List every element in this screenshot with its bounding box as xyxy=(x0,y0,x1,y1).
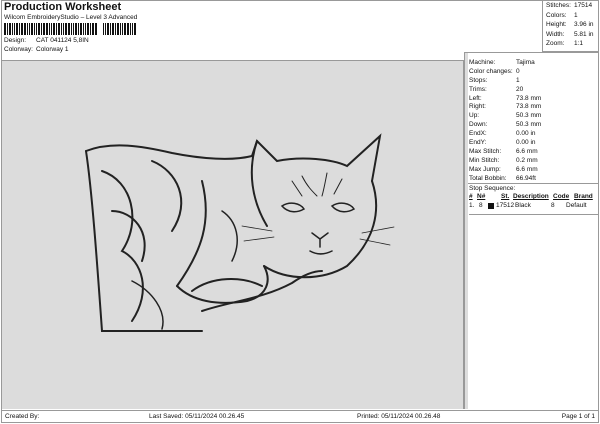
info-row: Stops: 1 xyxy=(469,77,599,86)
stat-label: Colors: xyxy=(546,11,567,19)
page-number: Page 1 of 1 xyxy=(561,413,595,420)
row-needle: 8 xyxy=(479,202,483,210)
info-label: Max Jump: xyxy=(469,165,501,173)
stat-label: Zoom: xyxy=(546,40,565,47)
info-row: Max Jump: 6.6 mm xyxy=(469,166,599,175)
stat-row: Stitches: 17514 xyxy=(546,2,596,12)
info-label: Stops: xyxy=(469,76,488,84)
info-label: Machine: xyxy=(469,59,496,66)
stat-value: 1 xyxy=(574,11,578,19)
info-row: Left: 73.8 mm xyxy=(469,95,599,104)
stat-value: 5.81 in xyxy=(574,30,594,38)
info-row: Total Bobbin: 66.94ft xyxy=(469,175,599,184)
info-label: Total Bobbin: xyxy=(469,174,507,182)
stat-row: Height: 3.96 in xyxy=(546,21,596,31)
info-value: 6.6 mm xyxy=(516,165,538,173)
info-value: 73.8 mm xyxy=(516,103,542,111)
row-description: Black xyxy=(515,202,531,210)
info-row: Trims: 20 xyxy=(469,86,599,95)
info-label: Down: xyxy=(469,121,488,129)
info-value: 1 xyxy=(516,76,520,84)
stat-row: Colors: 1 xyxy=(546,12,596,22)
software-name: Wilcom EmbroideryStudio – Level 3 Advanc… xyxy=(4,14,138,21)
colorway-value: Colorway 1 xyxy=(36,46,69,53)
stop-sequence-header: # N# St. Description Code Brand xyxy=(469,192,599,201)
row-code: 8 xyxy=(551,202,555,210)
info-row: Up: 50.3 mm xyxy=(469,112,599,121)
info-row: Down: 50.3 mm xyxy=(469,121,599,130)
stat-row: Width: 5.81 in xyxy=(546,31,596,41)
stop-sequence-title: Stop Sequence: xyxy=(469,185,516,193)
stat-value: 3.96 in xyxy=(574,21,594,28)
info-value: 50.3 mm xyxy=(516,112,542,120)
col-brand: Brand xyxy=(574,193,593,201)
info-value: 0.00 in xyxy=(516,130,536,138)
design-label: Design: xyxy=(4,37,27,44)
table-row: 1. 8 17512 Black 8 Default xyxy=(469,201,599,210)
colorway-label: Colorway: xyxy=(4,46,33,53)
stat-value: 1:1 xyxy=(574,40,584,47)
info-label: Color changes: xyxy=(469,67,513,75)
col-num: # xyxy=(469,193,473,201)
footer: Created By: Last Saved: 05/11/2024 00.26… xyxy=(2,410,598,422)
info-value: 0.2 mm xyxy=(516,156,538,164)
stat-label: Width: xyxy=(546,30,565,38)
design-preview xyxy=(2,61,464,409)
design-stats: Stitches: 17514 Colors: 1 Height: 3.96 in Widt… xyxy=(542,0,599,52)
info-label: Min Stitch: xyxy=(469,156,500,164)
info-panel: Machine: Tajima Color changes: 0 Stops: 1 Trim… xyxy=(464,52,599,409)
stat-row: Zoom: 1:1 xyxy=(546,40,596,50)
info-value: 50.3 mm xyxy=(516,121,542,129)
worksheet-header: Production Worksheet Wilcom EmbroiderySt… xyxy=(4,1,137,53)
last-saved: Last Saved: 05/11/2024 00.26.45 xyxy=(149,413,245,420)
info-value: 20 xyxy=(516,85,524,93)
row-brand: Default xyxy=(566,202,587,210)
info-row: Color changes: 0 xyxy=(469,68,599,77)
row-num: 1. xyxy=(469,202,475,210)
col-stitches: St. xyxy=(501,193,510,201)
info-label: EndX: xyxy=(469,130,487,138)
created-by: Created By: xyxy=(5,413,40,420)
stat-label: Stitches: xyxy=(546,2,571,9)
info-value: 0.00 in xyxy=(516,139,536,147)
info-row: Max Stitch: 6.6 mm xyxy=(469,148,599,157)
stat-label: Height: xyxy=(546,21,567,28)
info-row: EndX: 0.00 in xyxy=(469,130,599,139)
info-row: Min Stitch: 0.2 mm xyxy=(469,157,599,166)
info-label: Left: xyxy=(469,94,482,102)
info-value: 0 xyxy=(516,67,520,75)
col-description: Description xyxy=(513,193,549,201)
info-value: 6.6 mm xyxy=(516,147,538,155)
info-value: 66.94ft xyxy=(516,174,536,182)
col-needle: N# xyxy=(477,193,486,201)
info-label: EndY: xyxy=(469,139,487,147)
stat-value: 17514 xyxy=(574,2,593,9)
printed: Printed: 05/11/2024 00.26.48 xyxy=(357,413,441,420)
info-value: 73.8 mm xyxy=(516,94,542,102)
stop-sequence: Stop Sequence: # N# St. Description Code… xyxy=(465,183,599,216)
info-value: Tajima xyxy=(516,59,535,66)
panel-gutter xyxy=(465,53,468,409)
machine-info: Machine: Tajima Color changes: 0 Stops: 1 Trim… xyxy=(465,53,599,183)
cat-embroidery-image xyxy=(85,133,395,332)
info-row: Right: 73.8 mm xyxy=(469,103,599,112)
color-swatch xyxy=(488,202,494,209)
row-stitches: 17512 xyxy=(496,202,515,210)
design-value: CAT 041124 5,8IN xyxy=(36,37,89,44)
info-label: Trims: xyxy=(469,85,487,93)
info-label: Max Stitch: xyxy=(469,147,502,155)
barcode xyxy=(4,23,137,35)
info-label: Right: xyxy=(469,103,486,111)
info-row: Machine: Tajima xyxy=(469,59,599,68)
page-title: Production Worksheet xyxy=(4,1,122,13)
info-label: Up: xyxy=(469,112,480,120)
info-row: EndY: 0.00 in xyxy=(469,139,599,148)
divider xyxy=(469,214,599,216)
col-code: Code xyxy=(553,193,570,201)
